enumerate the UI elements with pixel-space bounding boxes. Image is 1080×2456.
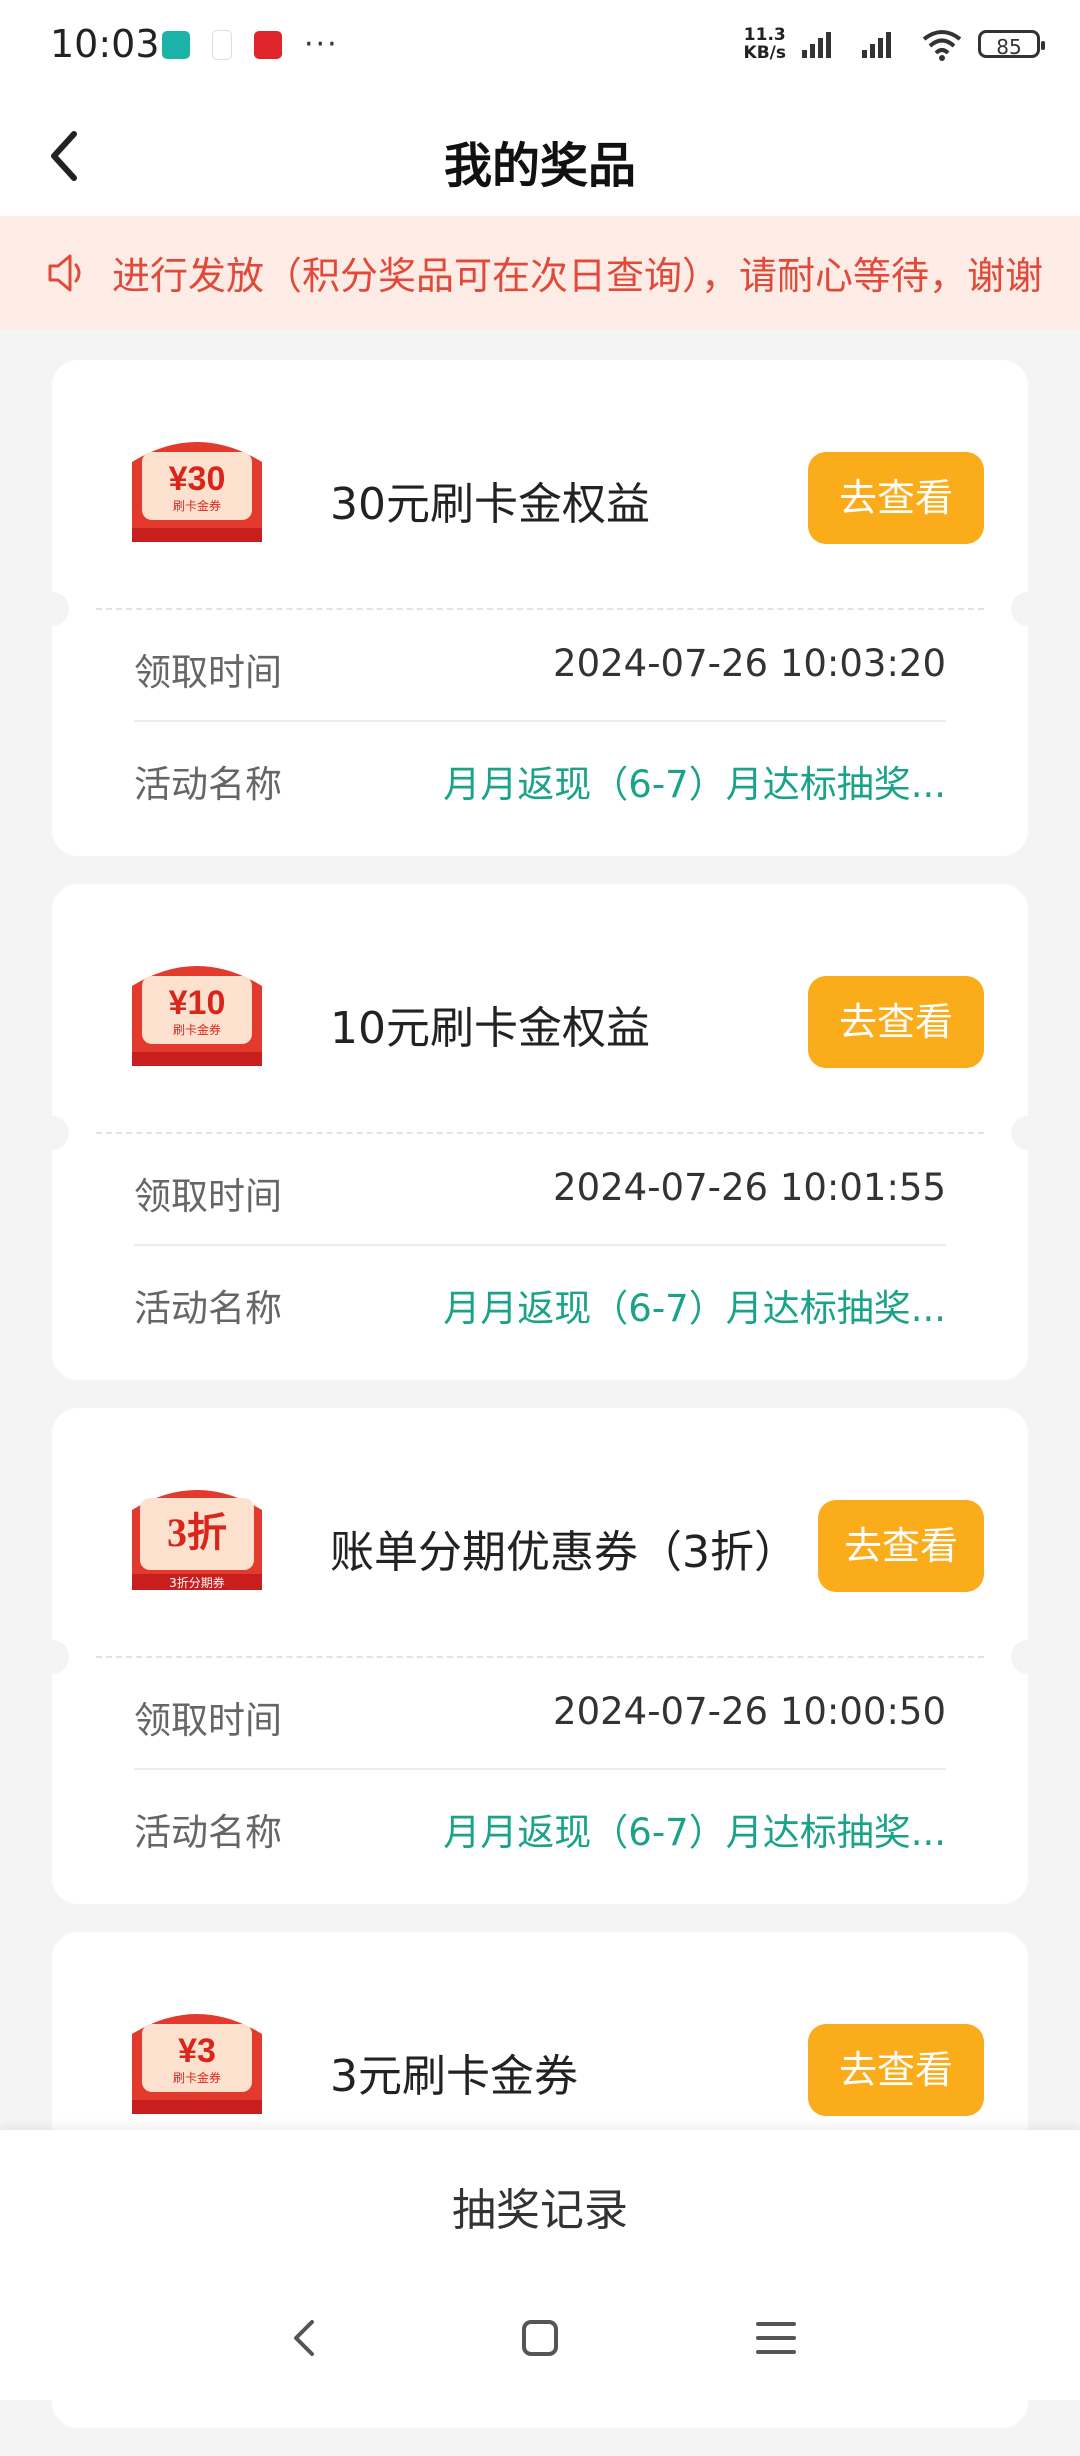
status-bar: 10:03 ··· 11.3 KB/s 85: [0, 0, 1080, 92]
prize-name: 3元刷卡金券: [330, 2051, 578, 2102]
cashback-coupon-icon: ¥10 刷卡金券: [132, 966, 262, 1066]
notice-banner: 进行发放（积分奖品可在次日查询），请耐心等待，谢谢: [0, 216, 1080, 330]
claim-time-value: 2024-07-26 10:03:20: [553, 642, 946, 685]
installment-coupon-icon: 3折 3折分期券: [132, 1490, 262, 1590]
cashback-coupon-icon: ¥30 刷卡金券: [132, 442, 262, 542]
claim-time-row: 领取时间 2024-07-26 10:00:50: [134, 1682, 946, 1742]
lottery-record-button[interactable]: 抽奖记录: [0, 2174, 1080, 2238]
activity-link[interactable]: 月月返现（6-7）月达标抽奖...: [443, 1278, 946, 1332]
svg-text:3折: 3折: [167, 1510, 227, 1555]
claim-time-value: 2024-07-26 10:01:55: [553, 1166, 946, 1209]
activity-label: 活动名称: [134, 763, 282, 806]
prize-name: 10元刷卡金权益: [330, 1003, 650, 1054]
svg-text:3折分期券: 3折分期券: [169, 1575, 225, 1590]
svg-text:¥30: ¥30: [169, 460, 226, 498]
system-nav-bar: [0, 2278, 1080, 2400]
page-title: 我的奖品: [443, 138, 636, 194]
nav-back-icon[interactable]: [272, 2306, 336, 2370]
signal-icon: [862, 32, 891, 58]
svg-text:刷卡金券: 刷卡金券: [173, 498, 221, 513]
signal-icon: [802, 32, 831, 58]
svg-text:¥3: ¥3: [178, 2032, 216, 2070]
prize-card: ¥30 刷卡金券 30元刷卡金权益 去查看 领取时间 2024-07-26 10…: [35, 360, 1045, 856]
view-button[interactable]: 去查看: [808, 976, 984, 1068]
view-button[interactable]: 去查看: [808, 2024, 984, 2116]
wifi-icon: [922, 30, 962, 61]
view-button[interactable]: 去查看: [818, 1500, 984, 1592]
activity-label: 活动名称: [134, 1287, 282, 1330]
claim-time-row: 领取时间 2024-07-26 10:03:20: [134, 634, 946, 694]
notice-text: 进行发放（积分奖品可在次日查询），请耐心等待，谢谢: [112, 254, 1044, 298]
cashback-coupon-icon: ¥3 刷卡金券: [132, 2014, 262, 2114]
claim-time-label: 领取时间: [134, 1175, 282, 1218]
prize-card: 3折 3折分期券 账单分期优惠券（3折） 去查看 领取时间 2024-07-26…: [35, 1408, 1045, 1904]
nav-menu-icon[interactable]: [744, 2306, 808, 2370]
activity-label: 活动名称: [134, 1811, 282, 1854]
svg-text:¥10: ¥10: [169, 984, 226, 1022]
claim-time-row: 领取时间 2024-07-26 10:01:55: [134, 1158, 946, 1218]
claim-time-label: 领取时间: [134, 651, 282, 694]
app-notification-icon: [162, 31, 190, 59]
claim-time-value: 2024-07-26 10:00:50: [553, 1690, 946, 1733]
activity-row: 活动名称 月月返现（6-7）月达标抽奖...: [134, 1794, 946, 1854]
activity-link[interactable]: 月月返现（6-7）月达标抽奖...: [443, 754, 946, 808]
network-speed: 11.3 KB/s: [743, 25, 786, 63]
prize-card: ¥10 刷卡金券 10元刷卡金权益 去查看 领取时间 2024-07-26 10…: [35, 884, 1045, 1380]
header: 我的奖品: [0, 92, 1080, 216]
view-button[interactable]: 去查看: [808, 452, 984, 544]
speaker-icon: [48, 254, 81, 292]
claim-time-label: 领取时间: [134, 1699, 282, 1742]
svg-text:刷卡金券: 刷卡金券: [173, 2070, 221, 2085]
notification-icons: ···: [162, 30, 339, 60]
prize-name: 30元刷卡金权益: [330, 479, 650, 530]
nav-home-icon[interactable]: [508, 2306, 572, 2370]
app-notification-icon: [254, 31, 282, 59]
battery-icon: 85: [978, 30, 1045, 59]
activity-row: 活动名称 月月返现（6-7）月达标抽奖...: [134, 746, 946, 806]
more-notifications-icon: ···: [304, 27, 339, 62]
app-notification-icon: [212, 30, 232, 60]
activity-row: 活动名称 月月返现（6-7）月达标抽奖...: [134, 1270, 946, 1330]
activity-link[interactable]: 月月返现（6-7）月达标抽奖...: [443, 1802, 946, 1856]
bottom-bar: 抽奖记录: [0, 2130, 1080, 2278]
svg-text:刷卡金券: 刷卡金券: [173, 1022, 221, 1037]
prize-name: 账单分期优惠券（3折）: [330, 1527, 798, 1578]
status-time: 10:03: [50, 22, 160, 66]
